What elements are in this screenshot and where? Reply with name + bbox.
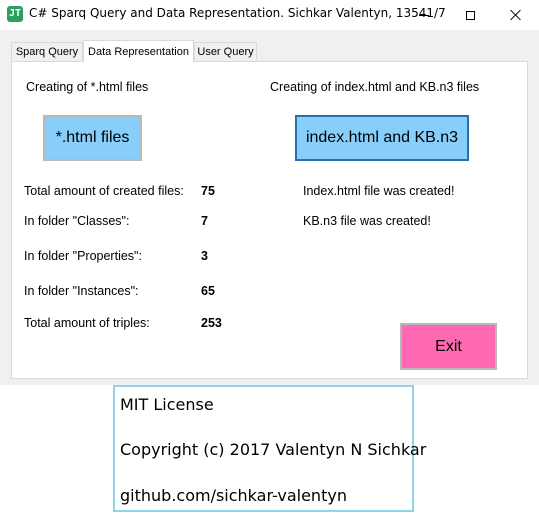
stat-value-classes: 7 (201, 214, 208, 228)
index-created-message: Index.html file was created! (303, 184, 455, 198)
stat-value-properties: 3 (201, 249, 208, 263)
stat-label-triples: Total amount of triples: (24, 316, 150, 330)
stat-label-total-files: Total amount of created files: (24, 184, 184, 198)
app-logo-icon: JT (7, 6, 23, 22)
maximize-button[interactable] (447, 0, 493, 30)
html-files-heading: Creating of *.html files (26, 80, 149, 94)
minimize-icon (419, 14, 429, 16)
stat-label-classes: In folder "Classes": (24, 214, 130, 228)
main-window: JT C# Sparq Query and Data Representatio… (0, 0, 539, 385)
license-copyright: Copyright (c) 2017 Valentyn N Sichkar (120, 440, 427, 459)
title-bar[interactable]: JT C# Sparq Query and Data Representatio… (0, 0, 539, 30)
stat-label-instances: In folder "Instances": (24, 284, 139, 298)
tab-sparq-query[interactable]: Sparq Query (11, 42, 83, 60)
license-box: MIT License Copyright (c) 2017 Valentyn … (113, 385, 426, 512)
stat-value-instances: 65 (201, 284, 215, 298)
tab-data-representation[interactable]: Data Representation (83, 40, 194, 62)
create-html-files-button[interactable]: *.html files (43, 115, 142, 161)
maximize-icon (465, 10, 475, 20)
create-index-kb-button[interactable]: index.html and KB.n3 (295, 115, 469, 161)
window-title: C# Sparq Query and Data Representation. … (29, 6, 446, 20)
license-github-link[interactable]: github.com/sichkar-valentyn (120, 486, 347, 505)
stat-value-triples: 253 (201, 316, 222, 330)
kb-created-message: KB.n3 file was created! (303, 214, 431, 228)
stat-label-properties: In folder "Properties": (24, 249, 142, 263)
minimize-button[interactable] (401, 0, 447, 30)
stat-value-total-files: 75 (201, 184, 215, 198)
license-title: MIT License (120, 395, 214, 414)
exit-button[interactable]: Exit (400, 323, 497, 370)
close-icon (510, 9, 522, 21)
tab-user-query[interactable]: User Query (194, 42, 257, 60)
index-files-heading: Creating of index.html and KB.n3 files (270, 80, 480, 94)
close-button[interactable] (493, 0, 539, 30)
